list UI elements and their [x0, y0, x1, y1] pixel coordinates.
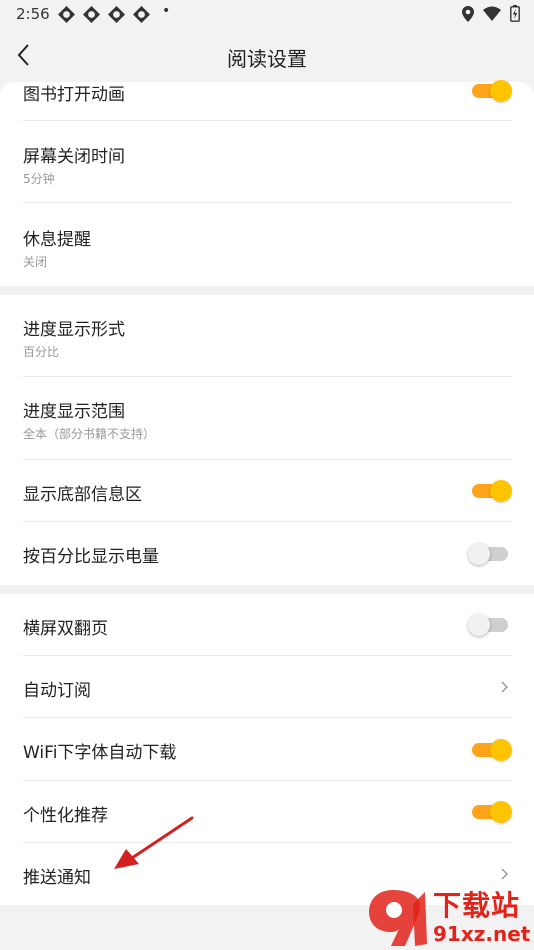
setting-landscape-double-page[interactable]: 横屏双翻页: [23, 594, 512, 656]
setting-progress-display-format[interactable]: 进度显示形式 百分比: [23, 295, 512, 377]
settings-section-2: 进度显示形式 百分比 进度显示范围 全本（部分书籍不支持） 显示底部信息区 按百…: [0, 295, 534, 585]
setting-show-bottom-info[interactable]: 显示底部信息区: [23, 460, 512, 522]
setting-label: 推送通知: [23, 868, 91, 888]
book-open-animation-toggle[interactable]: [472, 80, 512, 102]
app-notification-icon: [83, 6, 100, 23]
setting-personalized-recommendation[interactable]: 个性化推荐: [23, 781, 512, 843]
battery-percentage-toggle[interactable]: [468, 543, 508, 565]
toggle-knob: [490, 480, 512, 502]
show-bottom-info-toggle[interactable]: [472, 480, 512, 502]
toggle-knob: [490, 801, 512, 823]
setting-label: 屏幕关闭时间: [23, 147, 125, 167]
toggle-knob: [468, 614, 490, 636]
setting-wifi-font-download[interactable]: WiFi下字体自动下载: [23, 718, 512, 781]
app-notification-icon: [133, 6, 150, 23]
chevron-right-icon: [501, 681, 509, 693]
setting-battery-percentage[interactable]: 按百分比显示电量: [23, 522, 512, 585]
watermark: 下载站 91xz.net: [363, 884, 534, 950]
setting-label: 进度显示形式: [23, 320, 125, 340]
setting-label: 进度显示范围: [23, 402, 125, 422]
toggle-knob: [490, 80, 512, 102]
setting-value: 全本（部分书籍不支持）: [23, 427, 156, 441]
toggle-knob: [468, 543, 490, 565]
battery-charging-icon: [510, 5, 520, 22]
setting-label: 个性化推荐: [23, 806, 108, 826]
page-title: 阅读设置: [227, 47, 307, 71]
setting-label: 自动订阅: [23, 681, 91, 701]
location-icon: [462, 5, 474, 22]
setting-value: 百分比: [23, 345, 60, 359]
setting-rest-reminder[interactable]: 休息提醒 关闭: [23, 203, 512, 286]
status-app-icons: [58, 6, 150, 23]
landscape-double-page-toggle[interactable]: [468, 614, 508, 636]
setting-label: 按百分比显示电量: [23, 547, 159, 567]
wifi-icon: [483, 6, 501, 21]
app-notification-icon: [108, 6, 125, 23]
setting-label: 图书打开动画: [23, 85, 125, 105]
settings-section-1: 图书打开动画 屏幕关闭时间 5分钟 休息提醒 关闭: [0, 80, 534, 286]
setting-label: 横屏双翻页: [23, 619, 108, 639]
wifi-font-download-toggle[interactable]: [472, 739, 512, 761]
setting-value: 5分钟: [23, 172, 55, 186]
status-bar: 2:56 •: [0, 0, 534, 28]
setting-auto-subscribe[interactable]: 自动订阅: [23, 656, 512, 718]
status-right-icons: [462, 5, 520, 22]
nav-bar: 阅读设置: [0, 28, 534, 82]
red-arrow-annotation: [114, 816, 194, 869]
setting-label: 显示底部信息区: [23, 485, 142, 505]
personalized-recommendation-toggle[interactable]: [472, 801, 512, 823]
status-more-dot: •: [162, 3, 171, 19]
setting-book-open-animation[interactable]: 图书打开动画: [23, 80, 512, 121]
toggle-knob: [490, 739, 512, 761]
chevron-right-icon: [501, 868, 509, 880]
setting-value: 关闭: [23, 255, 48, 269]
settings-section-3: 横屏双翻页 自动订阅 WiFi下字体自动下载 个性化推荐 推送通知: [0, 594, 534, 905]
watermark-logo-icon: [369, 890, 427, 946]
setting-progress-display-range[interactable]: 进度显示范围 全本（部分书籍不支持）: [23, 377, 512, 460]
watermark-title: 下载站: [433, 889, 521, 922]
setting-label: 休息提醒: [23, 230, 91, 250]
setting-label: WiFi下字体自动下载: [23, 743, 177, 763]
setting-screen-off-time[interactable]: 屏幕关闭时间 5分钟: [23, 121, 512, 203]
watermark-url: 91xz.net: [433, 922, 531, 946]
app-notification-icon: [58, 6, 75, 23]
status-time: 2:56: [16, 5, 50, 23]
